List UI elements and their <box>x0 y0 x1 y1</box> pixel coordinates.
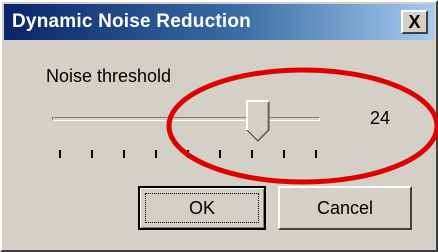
threshold-value: 24 <box>370 108 391 128</box>
cancel-button[interactable]: Cancel <box>278 186 412 230</box>
cancel-button-label: Cancel <box>316 198 374 218</box>
tick-mark <box>91 150 93 158</box>
close-icon: X <box>408 12 421 32</box>
focus-rect <box>145 193 259 223</box>
ok-button[interactable]: OK <box>138 186 266 230</box>
window-title: Dynamic Noise Reduction <box>12 11 251 32</box>
title-bar[interactable]: Dynamic Noise Reduction X <box>4 4 434 40</box>
tick-mark <box>219 150 221 158</box>
noise-reduction-dialog: Dynamic Noise Reduction X Noise threshol… <box>0 0 438 252</box>
tick-mark <box>59 150 61 158</box>
tick-mark <box>155 150 157 158</box>
slider-track[interactable] <box>52 117 320 121</box>
tick-mark <box>283 150 285 158</box>
slider-thumb[interactable] <box>246 100 270 142</box>
tick-mark <box>315 150 317 158</box>
close-button[interactable]: X <box>401 10 428 34</box>
tick-mark <box>123 150 125 158</box>
tick-mark <box>251 150 253 158</box>
noise-threshold-label: Noise threshold <box>46 66 172 86</box>
tick-mark <box>187 150 189 158</box>
